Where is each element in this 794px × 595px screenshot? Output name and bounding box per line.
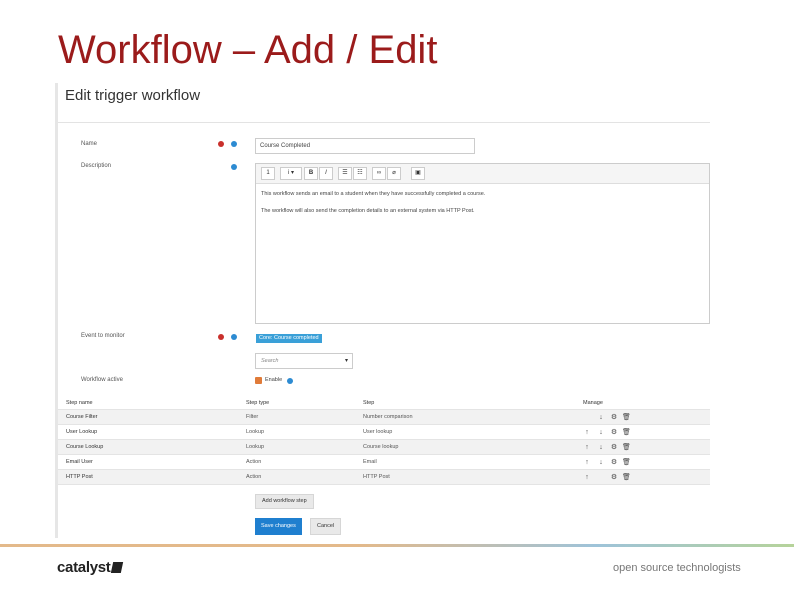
step-kind: Course lookup [363, 444, 399, 450]
name-input[interactable]: Course Completed [255, 138, 475, 154]
arrow-down-icon[interactable]: ↓ [597, 413, 605, 422]
gear-icon[interactable]: ⚙ [610, 458, 618, 467]
event-label: Event to monitor [81, 333, 125, 339]
enable-label: Enable [265, 377, 283, 383]
arrow-up-icon[interactable]: ↑ [583, 458, 591, 467]
table-row: Course Filter Filter Number comparison ↓… [58, 410, 710, 425]
tagline: open source technologists [613, 562, 741, 574]
arrow-up-icon[interactable]: ↑ [583, 473, 591, 482]
event-search-select[interactable]: Search ▾ [255, 353, 353, 369]
arrow-up-icon[interactable]: ↑ [583, 443, 591, 452]
trash-icon[interactable]: 🗑 [622, 428, 631, 437]
step-name[interactable]: Course Filter [66, 414, 97, 420]
help-icon[interactable] [231, 164, 237, 170]
bold-button[interactable]: B [304, 167, 318, 180]
trash-icon[interactable]: 🗑 [622, 443, 631, 452]
step-name[interactable]: Email User [66, 459, 93, 465]
logo-text: catalyst [57, 559, 111, 576]
logo-mark-icon [111, 562, 124, 573]
column-header: Step type [246, 400, 270, 406]
table-row: Course Lookup Lookup Course lookup ↑ ↓ ⚙… [58, 440, 710, 455]
table-row: User Lookup Lookup User lookup ↑ ↓ ⚙ 🗑 [58, 425, 710, 440]
step-kind: Number comparison [363, 414, 413, 420]
step-type: Action [246, 474, 262, 480]
step-kind: User lookup [363, 429, 393, 435]
enable-checkbox[interactable] [255, 377, 262, 384]
footer-divider [0, 544, 794, 547]
arrow-down-icon[interactable]: ↓ [597, 458, 605, 467]
help-icon[interactable] [231, 334, 237, 340]
step-name[interactable]: User Lookup [66, 429, 97, 435]
description-label: Description [81, 163, 112, 169]
table-header-row: Step name Step type Step Manage [58, 397, 710, 410]
step-type: Filter [246, 414, 259, 420]
arrow-down-icon[interactable]: ↓ [597, 428, 605, 437]
arrow-down-icon[interactable]: ↓ [597, 443, 605, 452]
bullet-list-icon[interactable]: ☰ [338, 167, 352, 180]
event-selected-badge[interactable]: Core: Course completed [256, 334, 322, 343]
step-kind: HTTP Post [363, 474, 390, 480]
description-editor[interactable]: 1 i ▾ B I ☰ ☷ ∞ ⌀ ▣ This workflow sends … [255, 163, 710, 324]
workflow-edit-screenshot: Edit trigger workflow Name Course Comple… [55, 83, 710, 538]
name-label: Name [81, 141, 98, 147]
image-icon[interactable]: ▣ [411, 167, 425, 180]
search-placeholder: Search [261, 358, 279, 364]
gear-icon[interactable]: ⚙ [610, 473, 618, 482]
slide-title: Workflow – Add / Edit [58, 28, 438, 72]
active-label: Workflow active [81, 377, 123, 383]
editor-toolbar: 1 i ▾ B I ☰ ☷ ∞ ⌀ ▣ [256, 164, 709, 184]
required-icon [218, 334, 224, 340]
help-icon[interactable] [231, 141, 237, 147]
step-type: Action [246, 459, 262, 465]
step-type: Lookup [246, 444, 265, 450]
description-line: The workflow will also send the completi… [261, 208, 475, 214]
column-header: Step [363, 400, 375, 406]
column-header: Step name [66, 400, 93, 406]
unlink-icon[interactable]: ⌀ [387, 167, 401, 180]
gear-icon[interactable]: ⚙ [610, 413, 618, 422]
trash-icon[interactable]: 🗑 [622, 458, 631, 467]
gear-icon[interactable]: ⚙ [610, 428, 618, 437]
paragraph-format-button[interactable]: 1 [261, 167, 275, 180]
page-heading: Edit trigger workflow [65, 87, 201, 104]
step-name[interactable]: HTTP Post [66, 474, 93, 480]
numbered-list-icon[interactable]: ☷ [353, 167, 367, 180]
info-dropdown-button[interactable]: i ▾ [280, 167, 302, 180]
steps-table: Step name Step type Step Manage Course F… [58, 397, 710, 485]
table-row: Email User Action Email ↑ ↓ ⚙ 🗑 [58, 455, 710, 470]
heading-divider [58, 122, 710, 123]
arrow-up-icon[interactable]: ↑ [583, 428, 591, 437]
add-workflow-step-button[interactable]: Add workflow step [255, 494, 314, 509]
chevron-down-icon: ▾ [344, 358, 348, 364]
step-name[interactable]: Course Lookup [66, 444, 103, 450]
save-button[interactable]: Save changes [255, 518, 302, 535]
step-type: Lookup [246, 429, 265, 435]
gear-icon[interactable]: ⚙ [610, 443, 618, 452]
table-row: HTTP Post Action HTTP Post ↑ ⚙ 🗑 [58, 470, 710, 485]
trash-icon[interactable]: 🗑 [622, 473, 631, 482]
italic-button[interactable]: I [319, 167, 333, 180]
required-icon [218, 141, 224, 147]
description-line: This workflow sends an email to a studen… [261, 191, 486, 197]
catalyst-logo: catalyst [57, 559, 124, 576]
cancel-button[interactable]: Cancel [310, 518, 342, 535]
help-icon[interactable] [287, 378, 293, 384]
column-header: Manage [583, 400, 603, 406]
step-kind: Email [363, 459, 377, 465]
trash-icon[interactable]: 🗑 [622, 413, 631, 422]
link-icon[interactable]: ∞ [372, 167, 386, 180]
